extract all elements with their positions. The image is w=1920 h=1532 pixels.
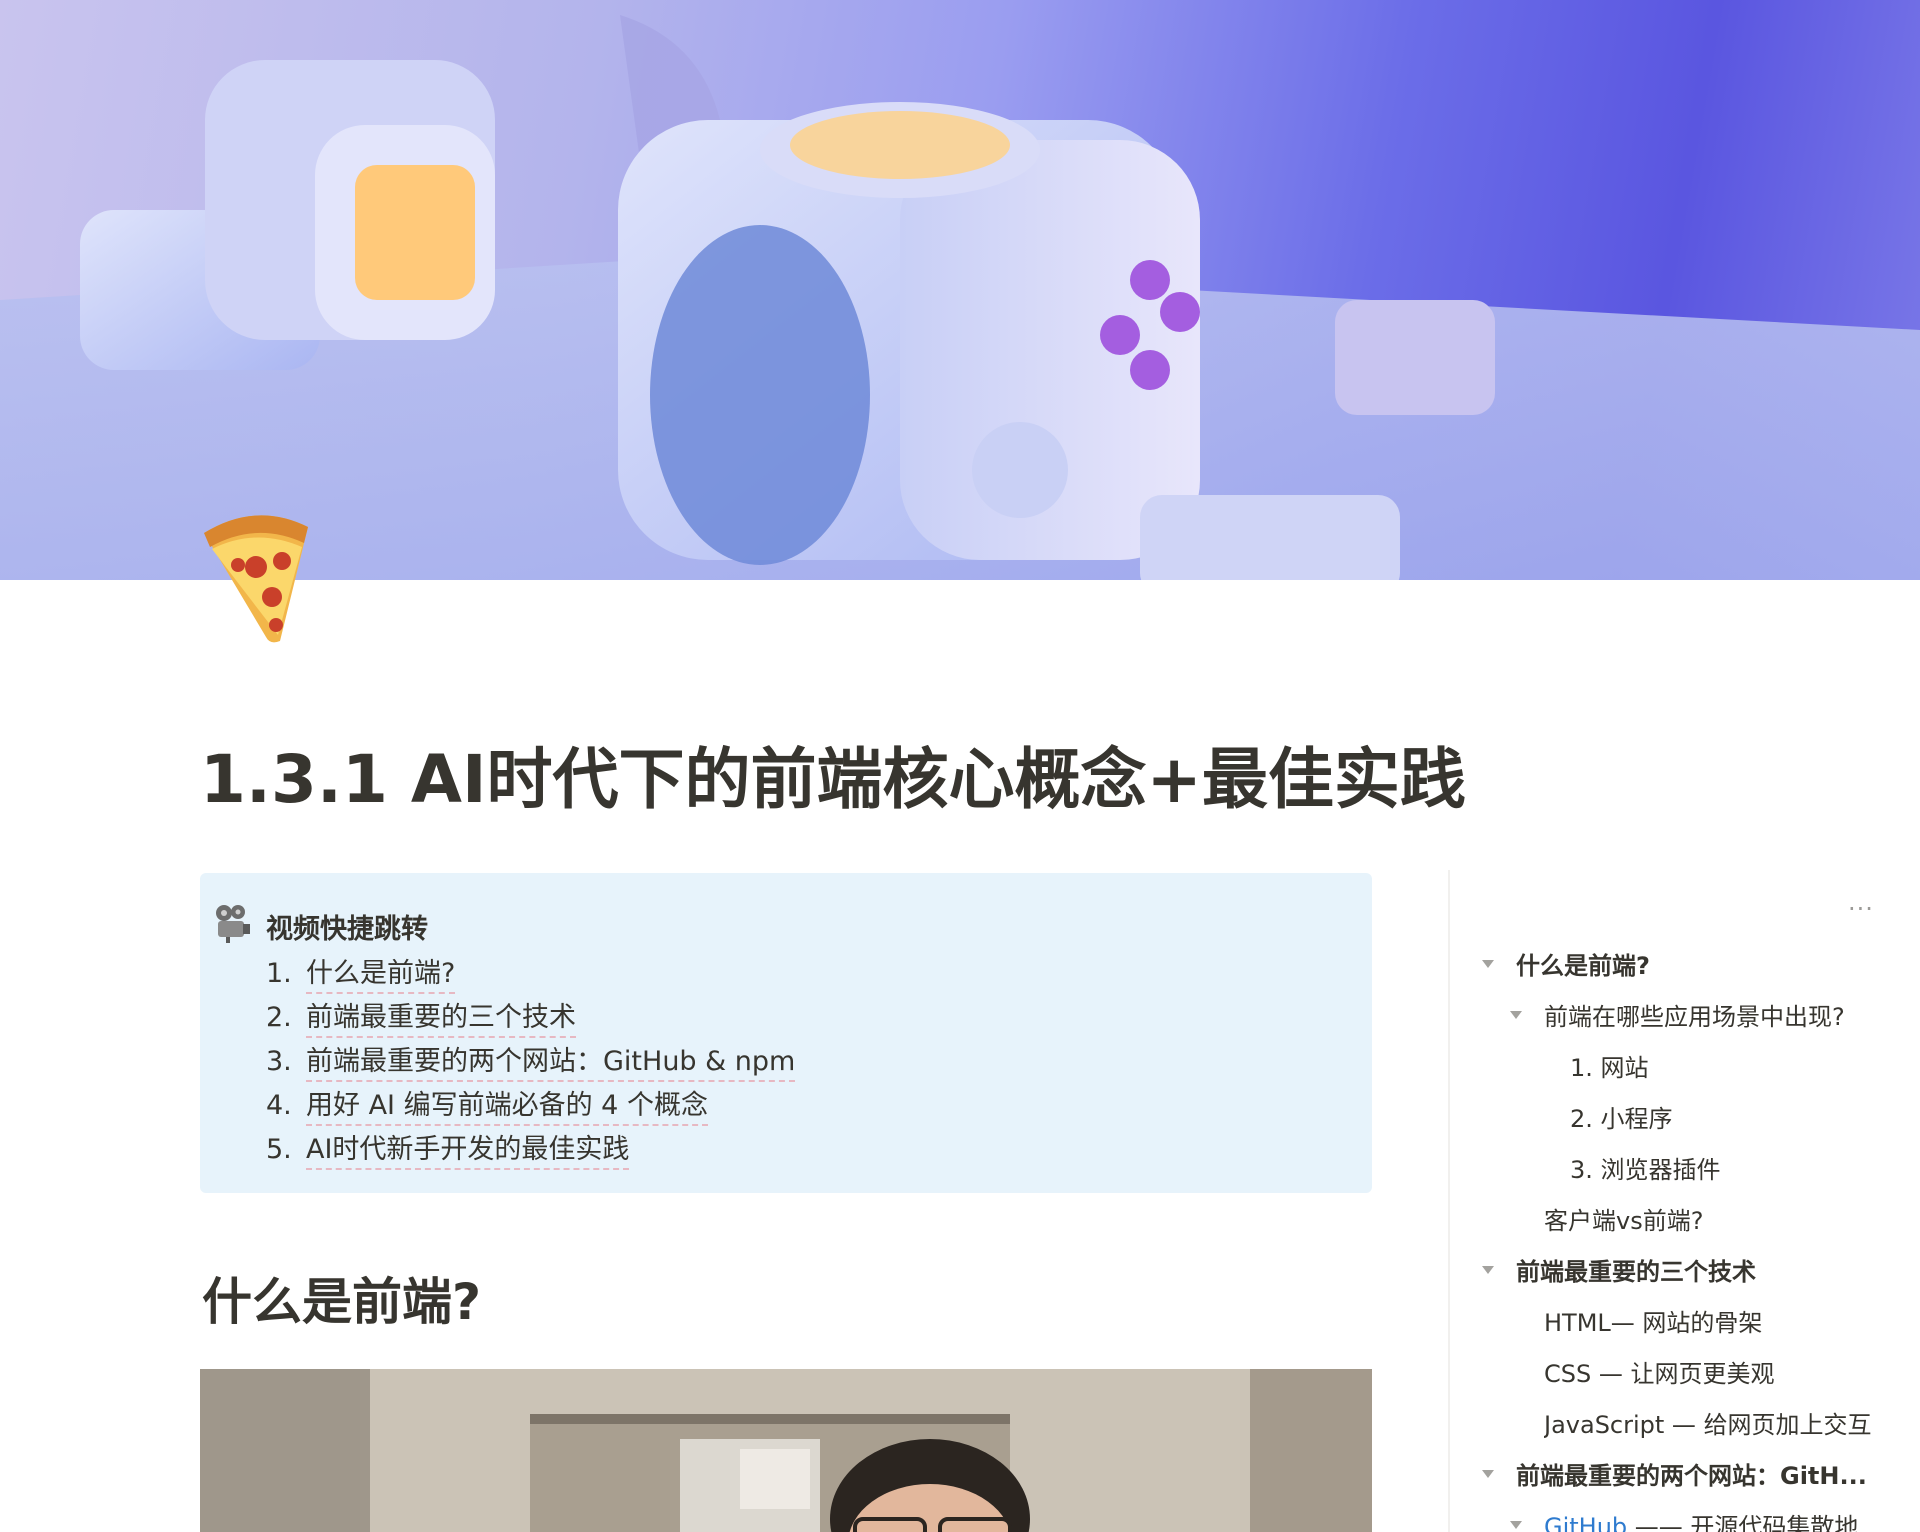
page-title[interactable]: 1.3.1 AI时代下的前端核心概念+最佳实践 xyxy=(200,726,1466,822)
list-item: 3. 前端最重要的两个网站：GitHub & npm xyxy=(266,1039,796,1083)
toc-caret-icon[interactable] xyxy=(1482,1265,1494,1274)
toc-item-suffix: —— 开源代码集散地 xyxy=(1627,1513,1859,1532)
toc-item[interactable]: 2. 小程序 xyxy=(1470,1091,1910,1142)
toc-item-label: 客户端vs前端? xyxy=(1544,1207,1704,1235)
pizza-icon[interactable] xyxy=(196,505,318,645)
toc-item[interactable]: 客户端vs前端? xyxy=(1470,1193,1910,1244)
film-projector-icon[interactable] xyxy=(212,903,252,943)
list-item: 4. 用好 AI 编写前端必备的 4 个概念 xyxy=(266,1083,795,1127)
pizza-icon-graphic xyxy=(204,515,308,643)
toc-item[interactable]: 前端最重要的两个网站：GitH... xyxy=(1470,1448,1910,1499)
cover-illustration xyxy=(0,15,1920,580)
toc-item[interactable]: GitHub —— 开源代码集散地 xyxy=(1470,1499,1910,1532)
list-number: 5. xyxy=(266,1134,292,1165)
toc-item-label: 前端最重要的两个网站：GitH... xyxy=(1516,1462,1867,1490)
callout-heading: 视频快捷跳转 xyxy=(266,914,428,945)
toc-item-label: JavaScript — 给网页加上交互 xyxy=(1544,1411,1872,1439)
toc-item-label: HTML— 网站的骨架 xyxy=(1544,1309,1763,1337)
video-jump-link[interactable]: AI时代新手开发的最佳实践 xyxy=(306,1127,630,1170)
toc-item-label: 1. 网站 xyxy=(1570,1054,1649,1082)
toc-item[interactable]: 前端最重要的三个技术 xyxy=(1470,1244,1910,1295)
list-number: 3. xyxy=(266,1046,292,1077)
toc-item-label: 前端在哪些应用场景中出现? xyxy=(1544,1003,1845,1031)
github-link[interactable]: GitHub xyxy=(1544,1513,1628,1532)
video-jump-link[interactable]: 用好 AI 编写前端必备的 4 个概念 xyxy=(306,1083,708,1126)
toc-caret-icon[interactable] xyxy=(1482,1469,1494,1478)
list-number: 4. xyxy=(266,1090,292,1121)
toc-item-label: 前端最重要的三个技术 xyxy=(1516,1258,1756,1286)
toc-item-label: GitHub —— 开源代码集散地 xyxy=(1544,1507,1858,1532)
toc-caret-icon[interactable] xyxy=(1510,1010,1522,1019)
video-jump-list: 1. 什么是前端? 2. 前端最重要的三个技术 3. 前端最重要的两个网站：Gi… xyxy=(266,951,796,1171)
toc-item[interactable]: 什么是前端? xyxy=(1470,938,1910,989)
toc-item[interactable]: HTML— 网站的骨架 xyxy=(1470,1295,1910,1346)
toc-divider xyxy=(1448,870,1450,1532)
video-jump-link[interactable]: 什么是前端? xyxy=(306,951,456,994)
toc-item-label: 3. 浏览器插件 xyxy=(1570,1156,1721,1184)
list-item: 5. AI时代新手开发的最佳实践 xyxy=(266,1127,795,1171)
cover-image[interactable] xyxy=(0,0,1920,580)
toc-item[interactable]: JavaScript — 给网页加上交互 xyxy=(1470,1397,1910,1448)
video-embed[interactable] xyxy=(200,1369,1372,1532)
list-number: 2. xyxy=(266,1002,292,1033)
toc-item-label: 什么是前端? xyxy=(1516,952,1650,980)
notion-page: 1.3.1 AI时代下的前端核心概念+最佳实践 视频快捷跳转 1. 什么是前端?… xyxy=(0,0,1920,1532)
list-number: 1. xyxy=(266,958,292,989)
toc-item-label: 2. 小程序 xyxy=(1570,1105,1673,1133)
list-item: 2. 前端最重要的三个技术 xyxy=(266,995,795,1039)
toc-item[interactable]: 前端在哪些应用场景中出现? xyxy=(1470,989,1910,1040)
video-jump-link[interactable]: 前端最重要的三个技术 xyxy=(306,995,576,1038)
video-frame xyxy=(200,1369,1372,1532)
toc-caret-icon[interactable] xyxy=(1482,959,1494,968)
toc-item-label: CSS — 让网页更美观 xyxy=(1544,1360,1775,1388)
callout-video-jump: 视频快捷跳转 1. 什么是前端? 2. 前端最重要的三个技术 3. 前端最重要的… xyxy=(200,873,1372,1193)
toc-item[interactable]: 1. 网站 xyxy=(1470,1040,1910,1091)
toc-more-button[interactable]: ... xyxy=(1848,888,1874,916)
toc-item[interactable]: 3. 浏览器插件 xyxy=(1470,1142,1910,1193)
video-jump-link[interactable]: 前端最重要的两个网站：GitHub & npm xyxy=(306,1039,796,1082)
list-item: 1. 什么是前端? xyxy=(266,951,795,995)
section-heading[interactable]: 什么是前端? xyxy=(202,1262,481,1334)
table-of-contents: 什么是前端? 前端在哪些应用场景中出现? 1. 网站 2. 小程序 3. 浏览器… xyxy=(1470,938,1910,1532)
toc-caret-icon[interactable] xyxy=(1510,1520,1522,1529)
toc-item[interactable]: CSS — 让网页更美观 xyxy=(1470,1346,1910,1397)
film-projector-icon-graphic xyxy=(216,905,250,943)
